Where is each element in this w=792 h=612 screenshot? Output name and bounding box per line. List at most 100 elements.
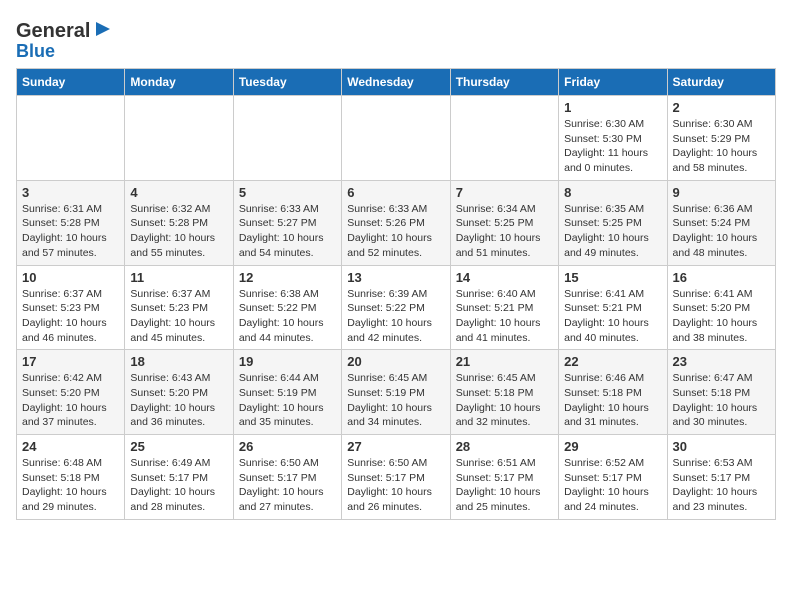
calendar-cell: 22 Sunrise: 6:46 AM Sunset: 5:18 PM Dayli… [559, 350, 667, 435]
day-info: Sunrise: 6:40 AM Sunset: 5:21 PM Dayligh… [456, 287, 553, 346]
calendar-cell: 18 Sunrise: 6:43 AM Sunset: 5:20 PM Dayli… [125, 350, 233, 435]
day-number: 11 [130, 270, 227, 285]
calendar-cell: 23 Sunrise: 6:47 AM Sunset: 5:18 PM Dayli… [667, 350, 775, 435]
day-info: Sunrise: 6:48 AM Sunset: 5:18 PM Dayligh… [22, 456, 119, 515]
day-info: Sunrise: 6:36 AM Sunset: 5:24 PM Dayligh… [673, 202, 770, 261]
calendar-cell: 21Sunrise: 6:45 AM Sunset: 5:18 PM Dayli… [450, 350, 558, 435]
day-number: 14 [456, 270, 553, 285]
day-number: 8 [564, 185, 661, 200]
day-number: 1 [564, 100, 661, 115]
day-info: Sunrise: 6:30 AM Sunset: 5:29 PM Dayligh… [673, 117, 770, 176]
day-info: Sunrise: 6:45 AM Sunset: 5:19 PM Dayligh… [347, 371, 444, 430]
calendar-cell: 1 Sunrise: 6:30 AM Sunset: 5:30 PM Daylig… [559, 96, 667, 181]
day-info: Sunrise: 6:37 AM Sunset: 5:23 PM Dayligh… [130, 287, 227, 346]
day-number: 25 [130, 439, 227, 454]
weekday-header-row: SundayMondayTuesdayWednesdayThursdayFrid… [17, 69, 776, 96]
calendar-cell: 11 Sunrise: 6:37 AM Sunset: 5:23 PM Dayli… [125, 265, 233, 350]
logo-blue: Blue [16, 42, 55, 60]
calendar-week-row: 1 Sunrise: 6:30 AM Sunset: 5:30 PM Daylig… [17, 96, 776, 181]
day-number: 30 [673, 439, 770, 454]
header: General Blue [16, 16, 776, 60]
day-number: 6 [347, 185, 444, 200]
calendar-cell: 29 Sunrise: 6:52 AM Sunset: 5:17 PM Dayli… [559, 435, 667, 520]
calendar-cell: 16Sunrise: 6:41 AM Sunset: 5:20 PM Dayli… [667, 265, 775, 350]
day-number: 16 [673, 270, 770, 285]
day-info: Sunrise: 6:39 AM Sunset: 5:22 PM Dayligh… [347, 287, 444, 346]
calendar-cell: 24 Sunrise: 6:48 AM Sunset: 5:18 PM Dayli… [17, 435, 125, 520]
calendar-cell: 17Sunrise: 6:42 AM Sunset: 5:20 PM Dayli… [17, 350, 125, 435]
weekday-header-thursday: Thursday [450, 69, 558, 96]
day-info: Sunrise: 6:43 AM Sunset: 5:20 PM Dayligh… [130, 371, 227, 430]
calendar-cell: 26 Sunrise: 6:50 AM Sunset: 5:17 PM Dayli… [233, 435, 341, 520]
day-info: Sunrise: 6:30 AM Sunset: 5:30 PM Dayligh… [564, 117, 661, 176]
calendar-cell: 6 Sunrise: 6:33 AM Sunset: 5:26 PM Daylig… [342, 180, 450, 265]
day-number: 26 [239, 439, 336, 454]
day-info: Sunrise: 6:53 AM Sunset: 5:17 PM Dayligh… [673, 456, 770, 515]
logo: General Blue [16, 20, 114, 60]
day-info: Sunrise: 6:45 AM Sunset: 5:18 PM Dayligh… [456, 371, 553, 430]
calendar-table: SundayMondayTuesdayWednesdayThursdayFrid… [16, 68, 776, 520]
calendar-cell: 28Sunrise: 6:51 AM Sunset: 5:17 PM Dayli… [450, 435, 558, 520]
logo-general: General [16, 20, 90, 42]
day-info: Sunrise: 6:41 AM Sunset: 5:21 PM Dayligh… [564, 287, 661, 346]
day-number: 10 [22, 270, 119, 285]
day-info: Sunrise: 6:50 AM Sunset: 5:17 PM Dayligh… [239, 456, 336, 515]
day-info: Sunrise: 6:52 AM Sunset: 5:17 PM Dayligh… [564, 456, 661, 515]
day-number: 24 [22, 439, 119, 454]
day-number: 23 [673, 354, 770, 369]
day-info: Sunrise: 6:31 AM Sunset: 5:28 PM Dayligh… [22, 202, 119, 261]
calendar-cell: 5 Sunrise: 6:33 AM Sunset: 5:27 PM Daylig… [233, 180, 341, 265]
day-info: Sunrise: 6:34 AM Sunset: 5:25 PM Dayligh… [456, 202, 553, 261]
day-info: Sunrise: 6:32 AM Sunset: 5:28 PM Dayligh… [130, 202, 227, 261]
calendar-cell [125, 96, 233, 181]
day-info: Sunrise: 6:35 AM Sunset: 5:25 PM Dayligh… [564, 202, 661, 261]
weekday-header-friday: Friday [559, 69, 667, 96]
calendar-cell: 7 Sunrise: 6:34 AM Sunset: 5:25 PM Daylig… [450, 180, 558, 265]
day-info: Sunrise: 6:38 AM Sunset: 5:22 PM Dayligh… [239, 287, 336, 346]
day-number: 22 [564, 354, 661, 369]
day-number: 19 [239, 354, 336, 369]
calendar-cell: 30 Sunrise: 6:53 AM Sunset: 5:17 PM Dayli… [667, 435, 775, 520]
day-number: 13 [347, 270, 444, 285]
calendar-cell: 13 Sunrise: 6:39 AM Sunset: 5:22 PM Dayli… [342, 265, 450, 350]
calendar-cell: 25 Sunrise: 6:49 AM Sunset: 5:17 PM Dayli… [125, 435, 233, 520]
calendar-cell: 19 Sunrise: 6:44 AM Sunset: 5:19 PM Dayli… [233, 350, 341, 435]
day-number: 5 [239, 185, 336, 200]
day-info: Sunrise: 6:44 AM Sunset: 5:19 PM Dayligh… [239, 371, 336, 430]
day-number: 12 [239, 270, 336, 285]
calendar-cell: 12 Sunrise: 6:38 AM Sunset: 5:22 PM Dayli… [233, 265, 341, 350]
calendar-week-row: 3Sunrise: 6:31 AM Sunset: 5:28 PM Daylig… [17, 180, 776, 265]
calendar-cell [233, 96, 341, 181]
calendar-cell: 4 Sunrise: 6:32 AM Sunset: 5:28 PM Daylig… [125, 180, 233, 265]
day-number: 20 [347, 354, 444, 369]
day-number: 18 [130, 354, 227, 369]
weekday-header-monday: Monday [125, 69, 233, 96]
calendar-cell: 3Sunrise: 6:31 AM Sunset: 5:28 PM Daylig… [17, 180, 125, 265]
calendar-cell [17, 96, 125, 181]
calendar-cell: 10Sunrise: 6:37 AM Sunset: 5:23 PM Dayli… [17, 265, 125, 350]
day-info: Sunrise: 6:50 AM Sunset: 5:17 PM Dayligh… [347, 456, 444, 515]
day-info: Sunrise: 6:42 AM Sunset: 5:20 PM Dayligh… [22, 371, 119, 430]
day-info: Sunrise: 6:51 AM Sunset: 5:17 PM Dayligh… [456, 456, 553, 515]
logo-arrow-icon [92, 18, 114, 40]
calendar-week-row: 24 Sunrise: 6:48 AM Sunset: 5:18 PM Dayli… [17, 435, 776, 520]
calendar-cell: 27Sunrise: 6:50 AM Sunset: 5:17 PM Dayli… [342, 435, 450, 520]
day-info: Sunrise: 6:33 AM Sunset: 5:26 PM Dayligh… [347, 202, 444, 261]
day-number: 29 [564, 439, 661, 454]
calendar-week-row: 17Sunrise: 6:42 AM Sunset: 5:20 PM Dayli… [17, 350, 776, 435]
day-number: 4 [130, 185, 227, 200]
weekday-header-wednesday: Wednesday [342, 69, 450, 96]
calendar-cell: 2 Sunrise: 6:30 AM Sunset: 5:29 PM Daylig… [667, 96, 775, 181]
day-number: 2 [673, 100, 770, 115]
day-info: Sunrise: 6:49 AM Sunset: 5:17 PM Dayligh… [130, 456, 227, 515]
calendar-cell: 15Sunrise: 6:41 AM Sunset: 5:21 PM Dayli… [559, 265, 667, 350]
weekday-header-saturday: Saturday [667, 69, 775, 96]
day-info: Sunrise: 6:33 AM Sunset: 5:27 PM Dayligh… [239, 202, 336, 261]
calendar-cell: 9Sunrise: 6:36 AM Sunset: 5:24 PM Daylig… [667, 180, 775, 265]
calendar-cell [342, 96, 450, 181]
calendar-cell: 20 Sunrise: 6:45 AM Sunset: 5:19 PM Dayli… [342, 350, 450, 435]
day-info: Sunrise: 6:47 AM Sunset: 5:18 PM Dayligh… [673, 371, 770, 430]
day-info: Sunrise: 6:46 AM Sunset: 5:18 PM Dayligh… [564, 371, 661, 430]
day-number: 7 [456, 185, 553, 200]
calendar-cell: 8 Sunrise: 6:35 AM Sunset: 5:25 PM Daylig… [559, 180, 667, 265]
